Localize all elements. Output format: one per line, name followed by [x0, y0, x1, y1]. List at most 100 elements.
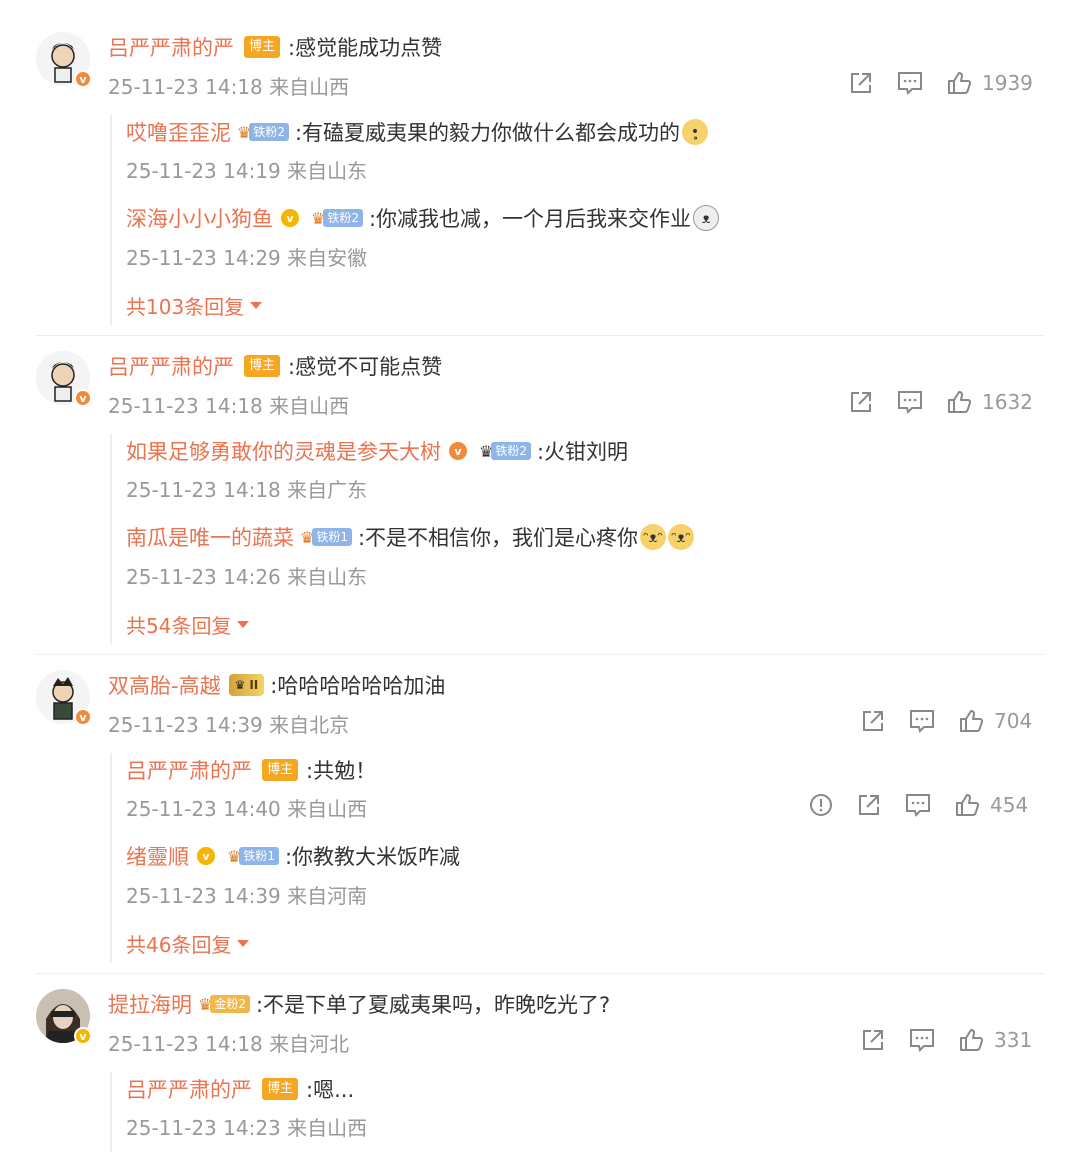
reply-text: :不是不相信你，我们是心疼你 — [357, 526, 639, 550]
share-button[interactable] — [848, 70, 874, 96]
username[interactable]: 哎噜歪歪泥 — [126, 117, 231, 147]
comment-button[interactable] — [904, 792, 932, 818]
comment-actions: 331 — [860, 1027, 1032, 1053]
avatar[interactable]: v — [36, 351, 92, 407]
like-button[interactable]: 1939 — [946, 70, 1033, 96]
username[interactable]: 绪靈順 — [126, 841, 189, 871]
level-badge-label: II — [249, 678, 259, 692]
username[interactable]: 吕严严肃的严 — [126, 1074, 252, 1104]
worried-face-emoji-icon: •̥̥ — [682, 119, 709, 145]
caret-down-icon — [237, 621, 250, 628]
comment-text: :哈哈哈哈哈哈加油 — [270, 674, 446, 698]
like-button[interactable]: 1632 — [946, 389, 1033, 415]
fan-badge: ♛ 铁粉2 — [479, 441, 531, 461]
comment-header: 吕严严肃的严 博主 :感觉不可能点赞 — [108, 351, 442, 381]
comment-icon — [906, 794, 930, 817]
username[interactable]: 深海小小小狗鱼 — [126, 203, 273, 233]
comment-meta: 25-11-23 14:18 来自山西 — [108, 394, 350, 418]
reply-text: :火钳刘明 — [536, 440, 629, 464]
like-button[interactable]: 331 — [958, 1027, 1032, 1053]
divider — [36, 654, 1044, 655]
reply-text: :有磕夏威夷果的毅力你做什么都会成功的 — [294, 121, 681, 145]
divider — [36, 335, 1044, 336]
username[interactable]: 吕严严肃的严 — [126, 755, 252, 785]
username[interactable]: 吕严严肃的严 — [108, 351, 234, 381]
comment-actions: 704 — [860, 708, 1032, 734]
owner-badge: 博主 — [262, 759, 299, 781]
thumbs-up-icon — [960, 710, 984, 732]
verified-icon: v — [74, 70, 92, 88]
comment-actions: 1632 — [848, 389, 1033, 415]
fan-badge: ♛ 铁粉2 — [311, 208, 363, 228]
like-button[interactable]: 454 — [954, 792, 1028, 818]
avatar[interactable]: v — [36, 670, 92, 726]
share-icon — [859, 795, 879, 815]
fan-badge-label: 铁粉2 — [491, 442, 531, 460]
fan-badge: ♛ 铁粉1 — [227, 846, 279, 866]
reply-header: 深海小小小狗鱼 v ♛ 铁粉2 :你减我也减，一个月后我来交作业 ᴥ — [126, 203, 720, 233]
fan-badge-label: 铁粉2 — [249, 123, 289, 141]
username[interactable]: 双高胎-高越 — [108, 670, 221, 700]
share-icon — [851, 392, 871, 412]
avatar[interactable]: v — [36, 989, 92, 1045]
reply-meta: 25-11-23 14:29 来自安徽 — [126, 246, 368, 270]
share-icon — [863, 1030, 883, 1050]
verified-icon: v — [74, 1027, 92, 1045]
avatar[interactable]: v — [36, 32, 92, 88]
more-replies-link[interactable]: 共46条回复 — [126, 929, 250, 958]
more-replies-label: 共54条回复 — [126, 614, 232, 638]
owner-badge: 博主 — [244, 36, 281, 58]
reply-header: 绪靈順 v ♛ 铁粉1 :你教教大米饭咋减 — [126, 841, 460, 871]
share-icon — [863, 711, 883, 731]
reply-list: 吕严严肃的严 博主 :嗯... 25-11-23 14:23 来自山西 — [110, 1072, 1062, 1152]
share-button[interactable] — [860, 1027, 886, 1053]
reply-meta: 25-11-23 14:26 来自山东 — [126, 565, 368, 589]
reply-list: 哎噜歪歪泥 ♛ 铁粉2 :有磕夏威夷果的毅力你做什么都会成功的 •̥̥ 25-11… — [110, 115, 1062, 325]
reply-actions: 454 — [808, 792, 1028, 818]
owner-badge: 博主 — [262, 1078, 299, 1100]
fan-badge-label: 金粉2 — [210, 995, 250, 1013]
report-button[interactable] — [808, 792, 834, 818]
more-replies-label: 共103条回复 — [126, 295, 245, 319]
like-count: 704 — [994, 709, 1033, 733]
comment-button[interactable] — [896, 70, 924, 96]
like-count: 1632 — [982, 390, 1033, 414]
like-count: 454 — [990, 793, 1029, 817]
comment-button[interactable] — [896, 389, 924, 415]
share-button[interactable] — [860, 708, 886, 734]
verified-icon: v — [74, 708, 92, 726]
more-replies-link[interactable]: 共103条回复 — [126, 291, 263, 320]
share-button[interactable] — [848, 389, 874, 415]
comment-button[interactable] — [908, 708, 936, 734]
level-badge: ♛ II — [228, 674, 265, 696]
username[interactable]: 如果足够勇敢你的灵魂是参天大树 — [126, 436, 441, 466]
comment-button[interactable] — [908, 1027, 936, 1053]
reply-meta: 25-11-23 14:18 来自广东 — [126, 478, 368, 502]
share-icon — [851, 73, 871, 93]
crown-icon: ♛ — [234, 678, 246, 692]
more-replies-link[interactable]: 共54条回复 — [126, 610, 250, 639]
reply-meta: 25-11-23 14:39 来自河南 — [126, 884, 368, 908]
verified-icon: v — [74, 389, 92, 407]
reply-meta: 25-11-23 14:23 来自山西 — [126, 1116, 368, 1140]
fan-badge: ♛ 铁粉1 — [300, 527, 352, 547]
reply-text: :共勉！ — [306, 759, 377, 783]
username[interactable]: 南瓜是唯一的蔬菜 — [126, 522, 294, 552]
reply-header: 如果足够勇敢你的灵魂是参天大树 v ♛ 铁粉2 :火钳刘明 — [126, 436, 628, 466]
like-button[interactable]: 704 — [958, 708, 1032, 734]
thumbs-up-icon — [960, 1029, 984, 1051]
username[interactable]: 吕严严肃的严 — [108, 32, 234, 62]
like-count: 331 — [994, 1028, 1033, 1052]
comment-header: 吕严严肃的严 博主 :感觉能成功点赞 — [108, 32, 442, 62]
username[interactable]: 提拉海明 — [108, 989, 192, 1019]
comment-text: :感觉不可能点赞 — [288, 355, 443, 379]
comment-text: :不是下单了夏威夷果吗，昨晚吃光了? — [255, 993, 611, 1017]
share-button[interactable] — [856, 792, 882, 818]
reply-list: 如果足够勇敢你的灵魂是参天大树 v ♛ 铁粉2 :火钳刘明 25-11-23 14… — [110, 434, 1062, 644]
comment-meta: 25-11-23 14:18 来自山西 — [108, 75, 350, 99]
reply-text: :你减我也减，一个月后我来交作业 — [368, 207, 692, 231]
comment-actions: 1939 — [848, 70, 1033, 96]
verified-icon: v — [197, 847, 215, 865]
comment-meta: 25-11-23 14:39 来自北京 — [108, 713, 350, 737]
reply-text: :嗯... — [306, 1078, 355, 1102]
